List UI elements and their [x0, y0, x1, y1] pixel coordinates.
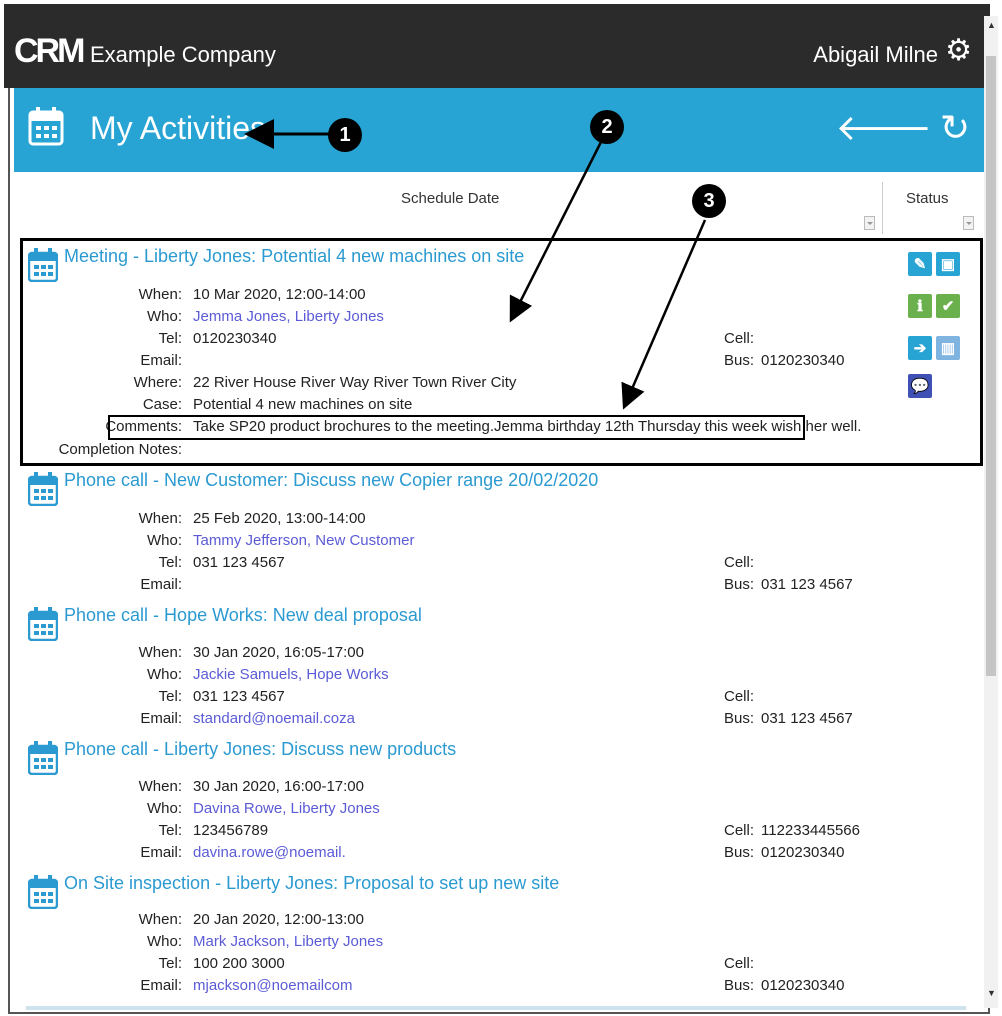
annotation-arrows	[244, 119, 707, 410]
callout-badge: 1	[328, 118, 362, 152]
callout-badge: 3	[692, 184, 726, 218]
callout-badge: 2	[590, 110, 624, 144]
